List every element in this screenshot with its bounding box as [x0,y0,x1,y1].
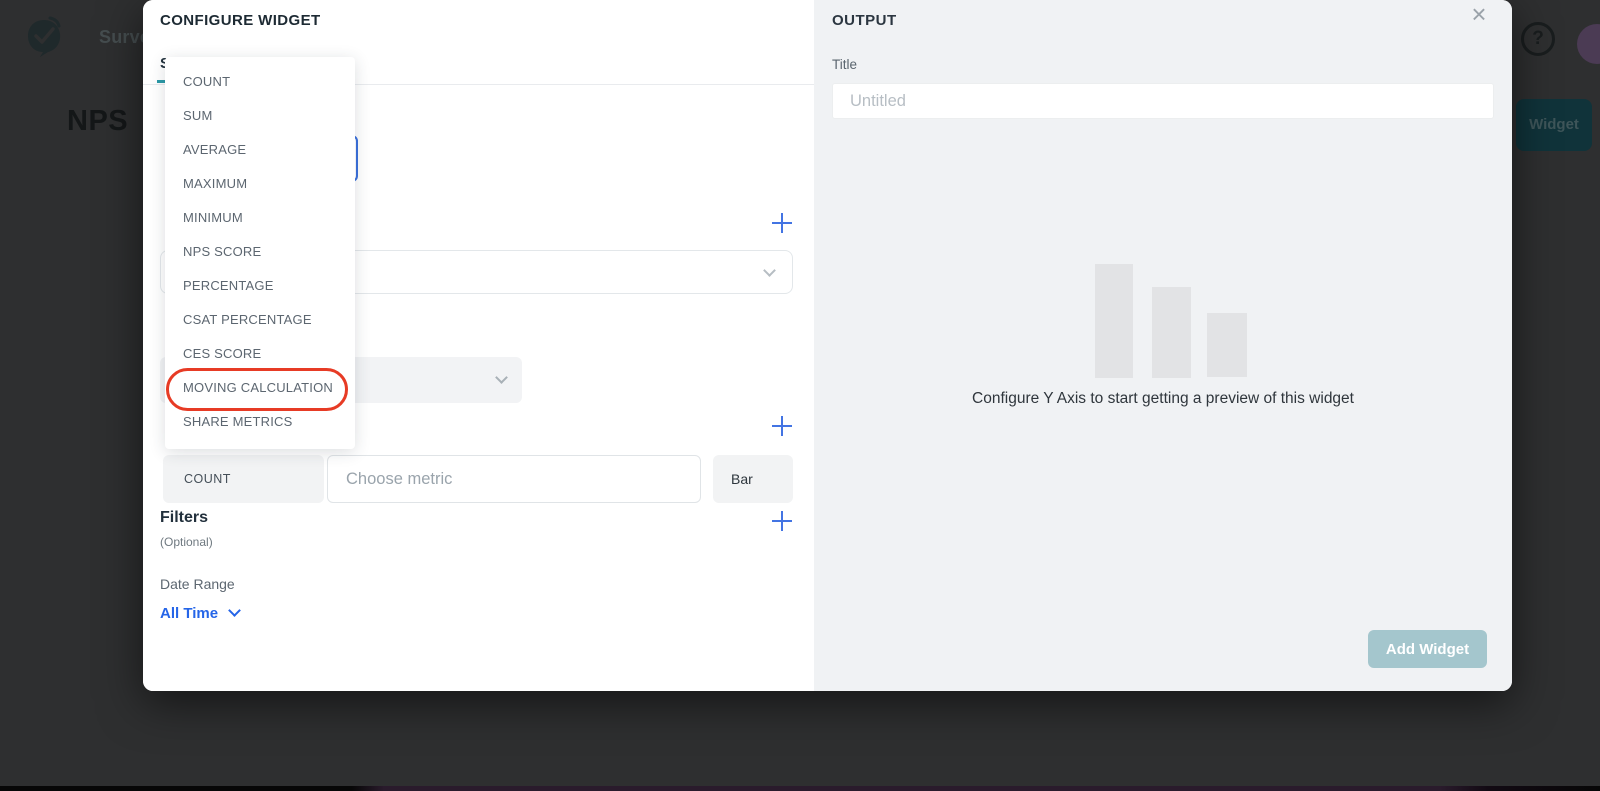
chevron-down-icon [763,264,776,277]
screen: Surveys NPS ? Widget CONFIGURE WIDGET Sa… [0,0,1600,791]
dropdown-item-maximum[interactable]: MAXIMUM [165,167,355,201]
date-range-value: All Time [160,605,218,622]
add-section-icon[interactable] [772,213,792,233]
placeholder-bar [1152,287,1191,378]
dropdown-item-percentage[interactable]: PERCENTAGE [165,269,355,303]
placeholder-bar [1207,313,1247,377]
dropdown-item-sum[interactable]: SUM [165,99,355,133]
filters-optional-label: (Optional) [160,535,213,549]
user-avatar[interactable] [1577,24,1600,64]
modal-title: CONFIGURE WIDGET [160,12,321,29]
chevron-down-icon [228,604,241,617]
dropdown-item-count[interactable]: COUNT [165,65,355,99]
placeholder-bar [1095,264,1133,378]
choose-metric-select[interactable]: Choose metric [327,455,701,503]
add-filter-icon[interactable] [772,511,792,531]
dropdown-item-minimum[interactable]: MINIMUM [165,201,355,235]
close-icon[interactable]: × [1467,3,1491,27]
add-widget-topbar-button[interactable]: Widget [1516,99,1592,151]
filters-label: Filters [160,509,208,527]
date-range-dropdown[interactable]: All Time [160,605,239,622]
dropdown-item-csat-percentage[interactable]: CSAT PERCENTAGE [165,303,355,337]
dropdown-item-share-metrics[interactable]: SHARE METRICS [165,405,355,439]
aggregation-select[interactable]: COUNT [163,455,324,503]
widget-title-label: Title [832,57,857,72]
date-range-label: Date Range [160,576,235,592]
add-widget-button[interactable]: Add Widget [1368,630,1487,668]
add-y-axis-icon[interactable] [772,416,792,436]
chart-type-select[interactable]: Bar [713,455,793,503]
dropdown-item-moving-calculation[interactable]: MOVING CALCULATION [165,371,355,405]
app-logo-icon [24,16,64,58]
help-icon[interactable]: ? [1521,22,1555,56]
widget-title-input[interactable] [832,83,1494,119]
dropdown-item-ces-score[interactable]: CES SCORE [165,337,355,371]
configure-widget-modal: CONFIGURE WIDGET Sample Advanced COUNT C… [143,0,1512,691]
output-heading: OUTPUT [832,12,897,29]
chevron-down-icon [495,371,508,384]
window-bottom-edge [0,786,1600,791]
preview-caption: Configure Y Axis to start getting a prev… [814,390,1512,408]
aggregation-dropdown: COUNTSUMAVERAGEMAXIMUMMINIMUMNPS SCOREPE… [165,57,355,449]
dropdown-item-nps-score[interactable]: NPS SCORE [165,235,355,269]
page-title: NPS [67,105,128,138]
dropdown-item-average[interactable]: AVERAGE [165,133,355,167]
